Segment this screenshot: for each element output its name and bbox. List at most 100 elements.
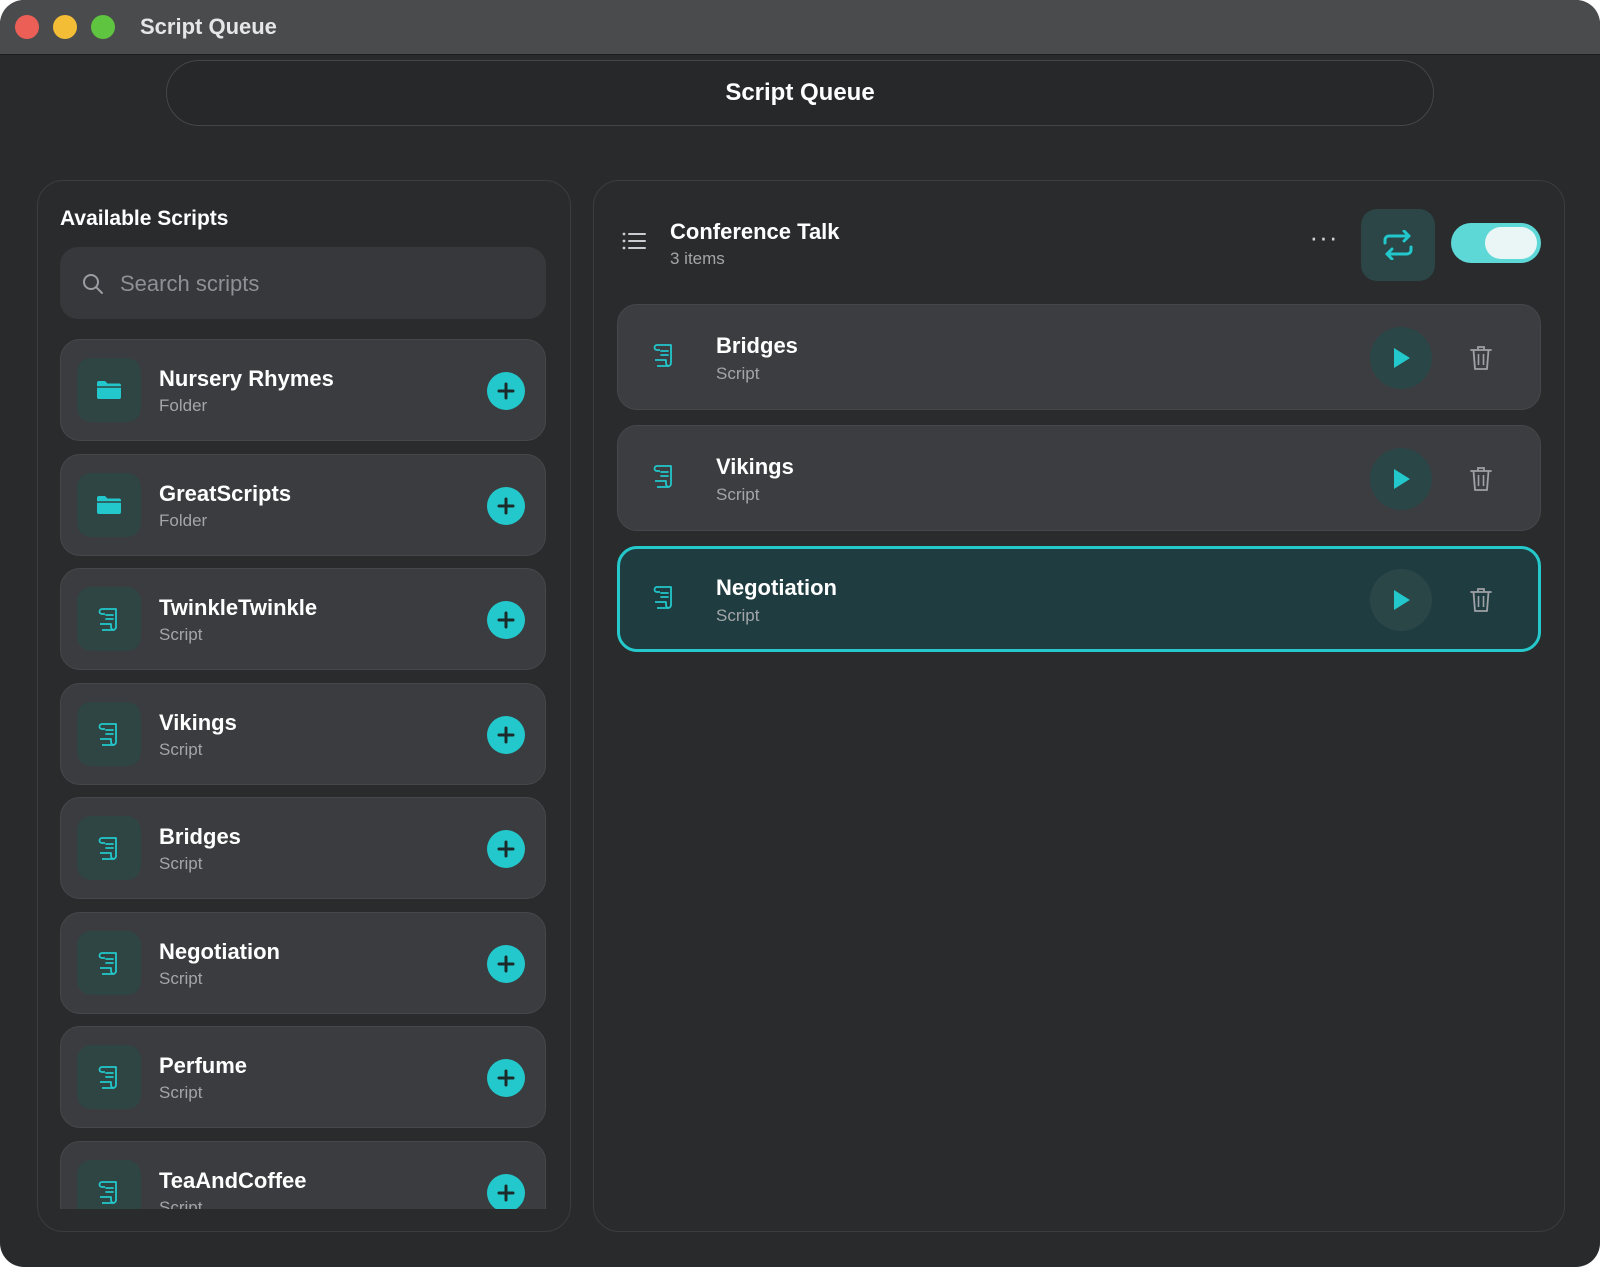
item-icon-tile [77, 358, 141, 422]
title-bar: Script Queue [0, 0, 1600, 55]
item-type: Folder [159, 510, 208, 530]
trash-icon [1470, 588, 1492, 612]
play-button[interactable] [1370, 448, 1432, 510]
add-to-queue-button[interactable] [487, 944, 525, 983]
item-name: Vikings [159, 709, 237, 735]
delete-button[interactable] [1470, 345, 1492, 376]
trash-icon [1470, 467, 1492, 491]
plus-icon [497, 955, 515, 972]
available-scripts-panel: Available Scripts Nursery Rhymes Folder … [37, 180, 571, 1232]
plus-icon [497, 497, 515, 514]
plus-icon [497, 840, 515, 858]
close-window-button[interactable] [15, 15, 39, 39]
item-name: TwinkleTwinkle [159, 595, 318, 620]
queue-item-name: Vikings [716, 454, 794, 479]
queue-item-name: Negotiation [716, 575, 837, 600]
item-type: Script [159, 968, 203, 988]
zoom-window-button[interactable] [91, 15, 115, 39]
item-name: Perfume [159, 1053, 248, 1078]
item-type: Script [159, 1083, 203, 1102]
queue-panel: Conference Talk 3 items ··· Bridges Scri… [593, 180, 1565, 1232]
loop-button[interactable] [1361, 209, 1435, 281]
available-item[interactable]: TeaAndCoffee Script [60, 1140, 546, 1210]
available-scripts-list: Nursery Rhymes Folder GreatScripts Folde… [60, 339, 546, 1209]
item-icon-tile [77, 1159, 141, 1209]
play-icon [1394, 590, 1410, 610]
add-to-queue-button[interactable] [487, 1173, 525, 1209]
queue-item-icon [652, 463, 676, 494]
item-name: Nursery Rhymes [159, 366, 334, 391]
available-item[interactable]: Perfume Script [60, 1026, 546, 1128]
script-icon [98, 722, 117, 746]
plus-icon [497, 1184, 515, 1201]
available-scripts-title: Available Scripts [60, 207, 229, 230]
delete-button[interactable] [1470, 466, 1492, 497]
more-options-button[interactable]: ··· [1304, 224, 1344, 251]
queue-item-icon [652, 342, 676, 373]
play-icon [1394, 348, 1410, 368]
header-title: Script Queue [166, 60, 1434, 126]
search-box[interactable] [60, 247, 546, 321]
script-icon [98, 608, 117, 631]
toggle-knob [1485, 227, 1537, 259]
queue-item-name: Bridges [716, 333, 798, 358]
script-icon [98, 1066, 117, 1089]
queue-item[interactable]: Vikings Script [617, 425, 1541, 531]
item-type: Script [159, 625, 203, 644]
item-icon-tile [77, 930, 141, 995]
folder-icon [97, 381, 121, 399]
queue-enable-toggle[interactable] [1451, 223, 1541, 263]
trash-icon [1470, 346, 1492, 370]
play-icon [1394, 469, 1410, 489]
item-name: GreatScripts [159, 480, 292, 506]
plus-icon [497, 382, 515, 400]
add-to-queue-button[interactable] [487, 486, 525, 525]
add-to-queue-button[interactable] [487, 601, 525, 639]
script-icon [653, 465, 672, 488]
script-icon [98, 951, 117, 975]
plus-icon [497, 611, 515, 629]
window-title: Script Queue [140, 14, 277, 39]
script-icon [653, 586, 672, 609]
item-name: TeaAndCoffee [159, 1167, 307, 1193]
search-icon [83, 274, 103, 294]
script-icon [98, 1180, 117, 1204]
queue-item[interactable]: Bridges Script [617, 304, 1541, 410]
search-input[interactable] [118, 247, 522, 321]
script-icon [98, 837, 117, 860]
add-to-queue-button[interactable] [487, 372, 525, 410]
item-name: Bridges [159, 824, 241, 849]
queue-item-icon [652, 584, 676, 615]
item-icon-tile [77, 587, 141, 651]
queue-item-type: Script [716, 364, 760, 383]
add-to-queue-button[interactable] [487, 830, 525, 868]
add-to-queue-button[interactable] [487, 1059, 525, 1097]
available-item[interactable]: GreatScripts Folder [60, 453, 546, 556]
available-item[interactable]: Negotiation Script [60, 911, 546, 1014]
available-item[interactable]: TwinkleTwinkle Script [60, 568, 546, 670]
app-window: Script Queue Script Queue Available Scri… [0, 0, 1600, 1267]
delete-button[interactable] [1470, 587, 1492, 618]
available-item[interactable]: Bridges Script [60, 797, 546, 899]
item-icon-tile [77, 816, 141, 880]
add-to-queue-button[interactable] [487, 715, 525, 754]
available-item[interactable]: Nursery Rhymes Folder [60, 339, 546, 441]
plus-icon [497, 726, 515, 743]
queue-item-count: 3 items [670, 249, 725, 268]
queue-title: Conference Talk [670, 219, 840, 244]
item-type: Script [159, 1197, 203, 1210]
item-type: Script [159, 739, 203, 759]
queue-item-type: Script [716, 485, 760, 504]
item-icon-tile [77, 701, 141, 766]
play-button[interactable] [1370, 569, 1432, 631]
queue-item[interactable]: Negotiation Script [617, 546, 1541, 652]
item-type: Script [159, 854, 203, 873]
folder-icon [97, 495, 121, 514]
item-type: Folder [159, 396, 208, 415]
numbered-list-icon [622, 232, 646, 250]
plus-icon [497, 1069, 515, 1087]
minimize-window-button[interactable] [53, 15, 77, 39]
script-icon [653, 344, 672, 367]
play-button[interactable] [1370, 327, 1432, 389]
available-item[interactable]: Vikings Script [60, 682, 546, 785]
